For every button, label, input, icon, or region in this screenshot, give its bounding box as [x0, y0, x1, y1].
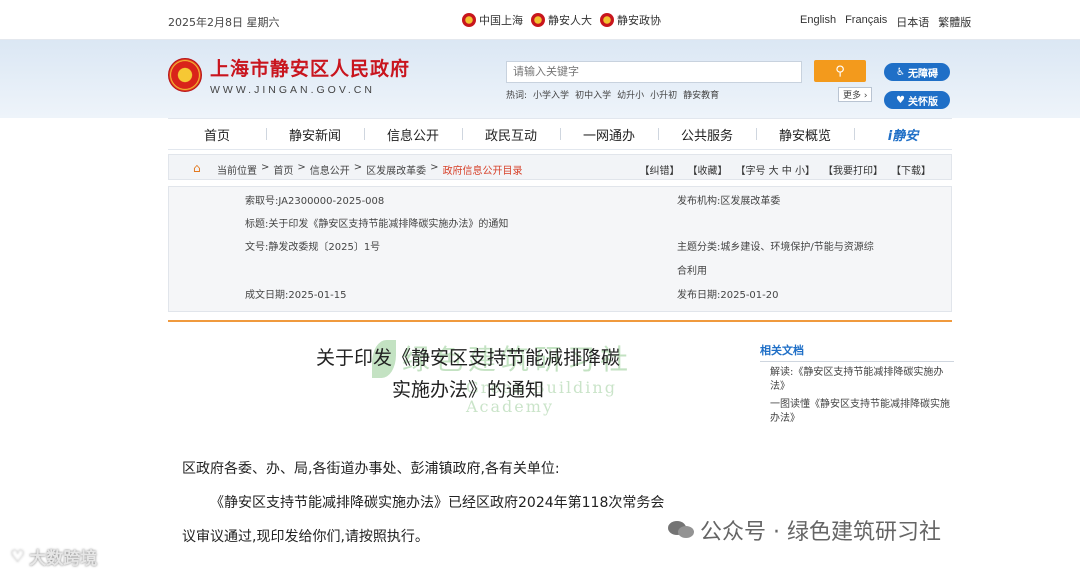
hot-word[interactable]: 幼升小: [617, 88, 644, 101]
main-nav: 首页 静安新闻 信息公开 政民互动 一网通办 公共服务 静安概览 i静安: [168, 118, 952, 150]
chat-bubble-icon: ♡: [10, 546, 26, 567]
emblem-icon: [531, 13, 545, 27]
related-docs-heading: 相关文档: [760, 342, 954, 362]
nav-item-ijingan[interactable]: i静安: [854, 125, 952, 144]
search-button[interactable]: ⚲: [814, 60, 866, 82]
related-doc-link[interactable]: 一图读懂《静安区支持节能减排降碳实施办法》: [760, 398, 954, 426]
emblem-icon: [462, 13, 476, 27]
font-size-link[interactable]: 【字号 大 中 小】: [735, 162, 815, 177]
download-link[interactable]: 【下载】: [891, 162, 931, 177]
search-input[interactable]: [506, 60, 802, 83]
national-emblem-icon: [168, 58, 202, 92]
search-box: ⚲: [506, 60, 866, 83]
home-icon: ⌂: [193, 161, 201, 175]
corner-watermark: ♡ 大数跨境: [10, 546, 98, 570]
lang-traditional-chinese[interactable]: 繁體版: [938, 14, 971, 30]
breadcrumb: ⌂ 当前位置 > 首页 > 信息公开 > 区发展改革委 > 政府信息公开目录 【纠错】 …: [168, 154, 952, 180]
meta-publisher: 发布机构:区发展改革委: [677, 196, 781, 207]
top-link-npc[interactable]: 静安人大: [531, 12, 592, 28]
paragraph-cont: 议审议通过,现印发给你们,请按照执行。: [182, 529, 429, 545]
wechat-icon: [668, 519, 694, 541]
meta-created-date: 成文日期:2025-01-15: [245, 290, 347, 301]
article-body: 区政府各委、办、局,各街道办事处、彭浦镇政府,各有关单位: 《静安区支持节能减排…: [182, 452, 742, 554]
print-link[interactable]: 【我要打印】: [823, 162, 883, 177]
more-button[interactable]: 更多 ›: [838, 87, 873, 102]
accessibility-button[interactable]: ♿ 无障碍: [884, 63, 950, 81]
nav-item-news[interactable]: 静安新闻: [266, 125, 364, 144]
care-icon: ♥: [896, 94, 905, 106]
breadcrumb-current[interactable]: 政府信息公开目录: [443, 162, 523, 177]
hot-word[interactable]: 静安教育: [683, 88, 719, 101]
article-title: 关于印发《静安区支持节能减排降碳 实施办法》的通知: [315, 347, 620, 401]
top-link-shanghai[interactable]: 中国上海: [462, 12, 523, 28]
site-domain: WWW.JINGAN.GOV.CN: [210, 84, 375, 96]
breadcrumb-path: 当前位置 > 首页 > 信息公开 > 区发展改革委 > 政府信息公开目录: [217, 162, 523, 177]
language-switcher: English Français 日本语 繁體版: [800, 14, 971, 30]
report-error-link[interactable]: 【纠错】: [639, 162, 679, 177]
page-tools: 【纠错】 【收藏】 【字号 大 中 小】 【我要打印】 【下载】: [639, 162, 931, 177]
site-header: 上海市静安区人民政府 WWW.JINGAN.GOV.CN ⚲ 热词: 小学入学 …: [0, 40, 1080, 118]
salutation: 区政府各委、办、局,各街道办事处、彭浦镇政府,各有关单位:: [182, 461, 560, 477]
search-icon: ⚲: [835, 63, 845, 79]
related-doc-link[interactable]: 解读:《静安区支持节能减排降碳实施办法》: [760, 366, 954, 394]
breadcrumb-department[interactable]: 区发展改革委: [366, 162, 426, 177]
breadcrumb-prefix: 当前位置: [217, 166, 257, 177]
top-bar: 2025年2月8日 星期六 中国上海 静安人大 静安政协 English Fra…: [0, 0, 1080, 40]
date-label: 2025年2月8日 星期六: [168, 16, 280, 29]
lang-english[interactable]: English: [800, 14, 836, 30]
breadcrumb-home[interactable]: 首页: [273, 162, 293, 177]
nav-item-public-service[interactable]: 公共服务: [658, 125, 756, 144]
nav-item-overview[interactable]: 静安概览: [756, 125, 854, 144]
meta-index-no: 索取号:JA2300000-2025-008: [245, 196, 385, 207]
wechat-watermark: 公众号 · 绿色建筑研习社: [668, 514, 941, 546]
meta-category-cont: 合利用: [677, 266, 707, 277]
hot-words-label: 热词:: [506, 91, 528, 101]
hot-word[interactable]: 初中入学: [575, 88, 611, 101]
meta-doc-no: 文号:静发改委规〔2025〕1号: [245, 242, 381, 253]
nav-item-interaction[interactable]: 政民互动: [462, 125, 560, 144]
lang-japanese[interactable]: 日本语: [896, 14, 929, 30]
hot-words: 热词: 小学入学 初中入学 幼升小 小升初 静安教育: [506, 88, 719, 101]
favorite-link[interactable]: 【收藏】: [687, 162, 727, 177]
meta-published-date: 发布日期:2025-01-20: [677, 290, 779, 301]
top-link-cppcc[interactable]: 静安政协: [600, 12, 661, 28]
site-title: 上海市静安区人民政府: [210, 58, 411, 80]
nav-item-disclosure[interactable]: 信息公开: [364, 125, 462, 144]
hot-word[interactable]: 小升初: [650, 88, 677, 101]
related-docs: 相关文档 解读:《静安区支持节能减排降碳实施办法》 一图读懂《静安区支持节能减排…: [760, 342, 954, 426]
care-mode-button[interactable]: ♥ 关怀版: [884, 91, 950, 109]
meta-subject: 标题:关于印发《静安区支持节能减排降碳实施办法》的通知: [245, 219, 509, 230]
lang-french[interactable]: Français: [845, 14, 887, 30]
top-links: 中国上海 静安人大 静安政协: [462, 12, 661, 28]
nav-item-home[interactable]: 首页: [168, 125, 266, 144]
wheelchair-icon: ♿: [896, 66, 905, 78]
emblem-icon: [600, 13, 614, 27]
site-logo[interactable]: 上海市静安区人民政府 WWW.JINGAN.GOV.CN: [168, 54, 410, 96]
meta-category: 主题分类:城乡建设、环境保护/节能与资源综: [677, 242, 874, 253]
hot-word[interactable]: 小学入学: [533, 88, 569, 101]
breadcrumb-disclosure[interactable]: 信息公开: [310, 162, 350, 177]
document-meta: 索取号:JA2300000-2025-008 发布机构:区发展改革委 标题:关于…: [168, 186, 952, 312]
divider: [168, 320, 952, 322]
paragraph: 《静安区支持节能减排降碳实施办法》已经区政府2024年第118次常务会: [210, 495, 665, 511]
nav-item-one-stop[interactable]: 一网通办: [560, 125, 658, 144]
